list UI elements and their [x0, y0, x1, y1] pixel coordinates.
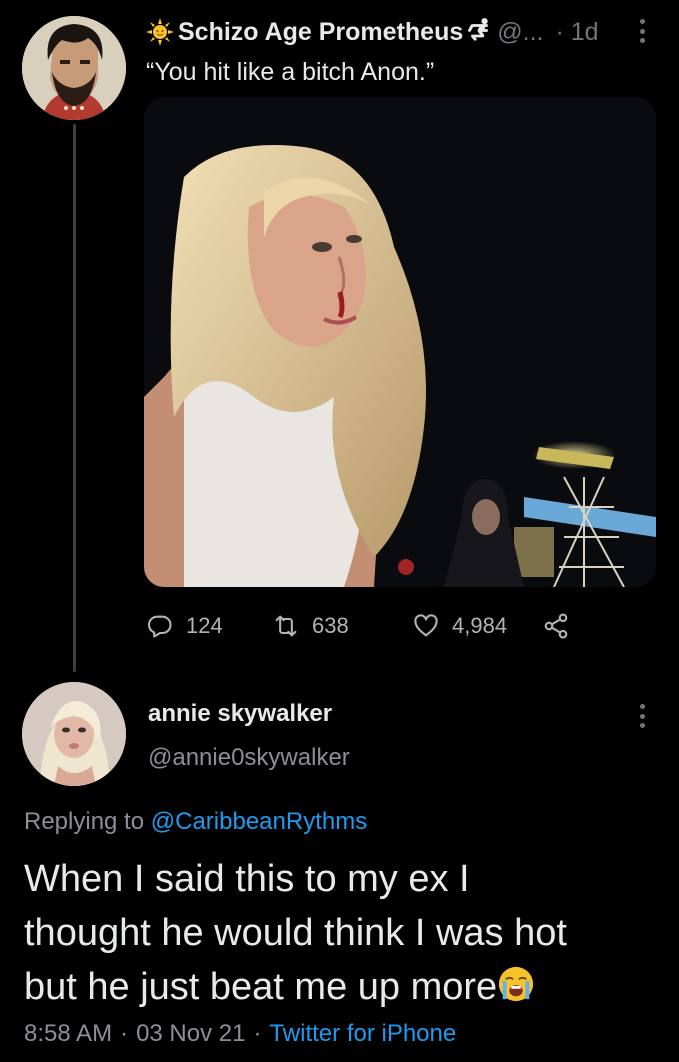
reply-button[interactable]: 124	[146, 612, 223, 640]
retweet-count: 638	[312, 613, 349, 638]
avatar[interactable]	[22, 16, 126, 120]
replying-to-line: Replying to @CaribbeanRythms	[24, 808, 367, 836]
like-count: 4,984	[452, 613, 508, 638]
reply-count: 124	[186, 613, 223, 638]
share-icon	[544, 613, 568, 639]
replying-prefix: Replying to	[24, 808, 145, 835]
separator-dot: ·	[253, 1020, 262, 1047]
tweet-media-image[interactable]	[144, 97, 656, 587]
time-separator: ·	[555, 17, 564, 46]
user-handle[interactable]: @annie0skywalker	[148, 744, 350, 772]
like-button[interactable]: 4,984	[412, 612, 507, 640]
heart-icon	[414, 614, 438, 637]
tweet-text: “You hit like a bitch Anon.”	[146, 58, 435, 86]
tweet-header: Schizo Age Prometheus 🮲 @... · 1d	[146, 12, 599, 52]
loudly-crying-face-emoji-icon	[499, 966, 534, 1002]
avatar-photo	[22, 682, 126, 786]
tweet-metadata: 8:58 AM · 03 Nov 21 · Twitter for iPhone	[24, 1020, 456, 1048]
tweet-text: When I said this to my ex I thought he w…	[24, 852, 664, 1014]
avatar-illustration	[22, 16, 126, 120]
time-value: 1d	[570, 17, 599, 46]
retweet-icon	[275, 615, 297, 637]
retweet-button[interactable]: 638	[272, 612, 349, 640]
name-symbol: 🮲	[465, 17, 488, 42]
tweet-source-link[interactable]: Twitter for iPhone	[269, 1020, 456, 1047]
more-vertical-icon[interactable]	[640, 19, 646, 43]
tweet-time[interactable]: · 1d	[555, 18, 598, 47]
more-vertical-icon[interactable]	[640, 704, 646, 728]
avatar[interactable]	[22, 682, 126, 786]
tweet-text-line: thought he would think I was hot	[24, 912, 567, 954]
tweet-text-line-content: but he just beat me up more	[24, 966, 498, 1008]
tweet-date[interactable]: 03 Nov 21	[136, 1020, 245, 1047]
twitter-screenshot: Schizo Age Prometheus 🮲 @... · 1d “You h…	[0, 0, 679, 1062]
separator-dot: ·	[120, 1020, 129, 1047]
display-name[interactable]: annie skywalker	[148, 700, 332, 728]
share-button[interactable]	[542, 612, 570, 640]
mention-link[interactable]: @CaribbeanRythms	[151, 808, 367, 835]
tweet-text-line: but he just beat me up more	[24, 960, 664, 1014]
user-handle[interactable]: @...	[497, 18, 543, 47]
sun-emoji-icon	[146, 18, 174, 46]
photo-illustration	[144, 97, 656, 587]
thread-connector-line	[73, 124, 76, 672]
display-name[interactable]: Schizo Age Prometheus	[178, 18, 463, 47]
tweet-timestamp[interactable]: 8:58 AM	[24, 1020, 112, 1047]
reply-icon	[147, 615, 172, 638]
tweet-text-line: When I said this to my ex I	[24, 858, 470, 900]
